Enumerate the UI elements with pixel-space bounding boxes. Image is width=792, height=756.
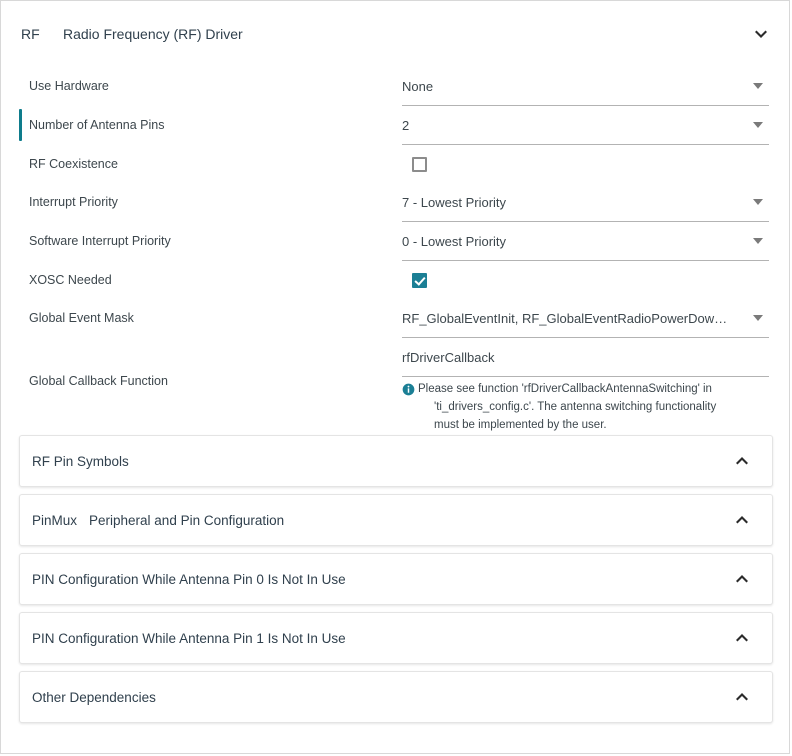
- field-label-cell: Number of Antenna Pins: [1, 106, 402, 144]
- field-control-cell: [402, 145, 769, 183]
- xosc-needed-checkbox[interactable]: [412, 273, 427, 288]
- module-title: Radio Frequency (RF) Driver: [63, 26, 753, 42]
- settings-form: Use Hardware None Number of Antenna Pins…: [1, 67, 790, 436]
- field-row-interrupt-priority: Interrupt Priority 7 - Lowest Priority: [1, 183, 790, 222]
- global-event-mask-select[interactable]: RF_GlobalEventInit, RF_GlobalEventRadioP…: [402, 299, 769, 338]
- select-value: 2: [402, 118, 769, 133]
- dropdown-caret-icon: [753, 199, 763, 205]
- section-card-other-dependencies[interactable]: Other Dependencies: [19, 671, 773, 723]
- text-input-value: rfDriverCallback: [402, 350, 769, 365]
- number-of-antenna-pins-select[interactable]: 2: [402, 106, 769, 145]
- note-line-1: Please see function 'rfDriverCallbackAnt…: [418, 383, 712, 395]
- note-line-3: must be implemented by the user.: [418, 417, 716, 435]
- field-label: Interrupt Priority: [29, 195, 118, 210]
- field-label: RF Coexistence: [29, 157, 118, 172]
- section-title: Peripheral and Pin Configuration: [89, 513, 734, 528]
- field-label-cell: Interrupt Priority: [1, 183, 402, 221]
- dropdown-caret-icon: [753, 238, 763, 244]
- field-control-cell: 7 - Lowest Priority: [402, 183, 769, 222]
- field-control-cell: 2: [402, 106, 769, 145]
- field-control-cell: rfDriverCallback Please see function 'rf…: [402, 338, 769, 436]
- field-label-cell: Global Event Mask: [1, 299, 402, 337]
- field-row-software-interrupt-priority: Software Interrupt Priority 0 - Lowest P…: [1, 222, 790, 261]
- field-label-cell: Software Interrupt Priority: [1, 222, 402, 260]
- select-value: 7 - Lowest Priority: [402, 195, 769, 210]
- field-label: Software Interrupt Priority: [29, 234, 171, 249]
- select-value: 0 - Lowest Priority: [402, 234, 769, 249]
- field-row-global-event-mask: Global Event Mask RF_GlobalEventInit, RF…: [1, 299, 790, 338]
- checkbox-wrapper: [402, 145, 769, 183]
- note-text-block: Please see function 'rfDriverCallbackAnt…: [418, 381, 716, 434]
- section-card-rf-pin-symbols[interactable]: RF Pin Symbols: [19, 435, 773, 487]
- chevron-up-icon[interactable]: [734, 512, 750, 528]
- field-control-cell: RF_GlobalEventInit, RF_GlobalEventRadioP…: [402, 299, 769, 338]
- field-label: Use Hardware: [29, 79, 109, 94]
- field-label-cell: XOSC Needed: [1, 261, 402, 299]
- field-row-xosc-needed: XOSC Needed: [1, 261, 790, 299]
- field-control-cell: None: [402, 67, 769, 106]
- field-label: XOSC Needed: [29, 273, 112, 288]
- rf-coexistence-checkbox[interactable]: [412, 157, 427, 172]
- section-card-pin-config-antenna-pin-0[interactable]: PIN Configuration While Antenna Pin 0 Is…: [19, 553, 773, 605]
- chevron-up-icon[interactable]: [734, 453, 750, 469]
- section-abbreviation: PinMux: [32, 513, 77, 528]
- global-callback-function-input[interactable]: rfDriverCallback: [402, 338, 769, 377]
- field-label-cell: RF Coexistence: [1, 145, 402, 183]
- section-title: PIN Configuration While Antenna Pin 0 Is…: [32, 572, 734, 587]
- field-label: Global Callback Function: [29, 374, 168, 389]
- field-label-cell: Use Hardware: [1, 67, 402, 105]
- field-label: Number of Antenna Pins: [29, 118, 165, 133]
- section-card-pinmux[interactable]: PinMux Peripheral and Pin Configuration: [19, 494, 773, 546]
- dropdown-caret-icon: [753, 315, 763, 321]
- field-label-cell: Global Callback Function: [1, 338, 402, 424]
- interrupt-priority-select[interactable]: 7 - Lowest Priority: [402, 183, 769, 222]
- select-value: None: [402, 79, 769, 94]
- field-row-rf-coexistence: RF Coexistence: [1, 145, 790, 183]
- rf-driver-config-panel: RF Radio Frequency (RF) Driver Use Hardw…: [0, 0, 790, 754]
- select-value: RF_GlobalEventInit, RF_GlobalEventRadioP…: [402, 311, 769, 326]
- callback-info-note: Please see function 'rfDriverCallbackAnt…: [402, 377, 769, 436]
- field-row-use-hardware: Use Hardware None: [1, 67, 790, 106]
- info-icon: [402, 383, 415, 396]
- collapsible-sections: RF Pin Symbols PinMux Peripheral and Pin…: [1, 435, 790, 730]
- field-row-number-of-antenna-pins: Number of Antenna Pins 2: [1, 106, 790, 145]
- section-title: PIN Configuration While Antenna Pin 1 Is…: [32, 631, 734, 646]
- chevron-up-icon[interactable]: [734, 571, 750, 587]
- module-abbreviation: RF: [21, 26, 63, 42]
- module-header[interactable]: RF Radio Frequency (RF) Driver: [1, 1, 790, 67]
- modified-indicator-bar: [19, 109, 22, 141]
- section-title: Other Dependencies: [32, 690, 734, 705]
- dropdown-caret-icon: [753, 83, 763, 89]
- field-control-cell: [402, 261, 769, 299]
- note-line-2: 'ti_drivers_config.c'. The antenna switc…: [418, 399, 716, 417]
- software-interrupt-priority-select[interactable]: 0 - Lowest Priority: [402, 222, 769, 261]
- field-label: Global Event Mask: [29, 311, 134, 326]
- section-title: RF Pin Symbols: [32, 454, 734, 469]
- chevron-down-icon[interactable]: [753, 26, 769, 42]
- field-control-cell: 0 - Lowest Priority: [402, 222, 769, 261]
- dropdown-caret-icon: [753, 122, 763, 128]
- section-card-pin-config-antenna-pin-1[interactable]: PIN Configuration While Antenna Pin 1 Is…: [19, 612, 773, 664]
- field-row-global-callback-function: Global Callback Function rfDriverCallbac…: [1, 338, 790, 436]
- chevron-up-icon[interactable]: [734, 630, 750, 646]
- chevron-up-icon[interactable]: [734, 689, 750, 705]
- checkbox-wrapper: [402, 261, 769, 299]
- use-hardware-select[interactable]: None: [402, 67, 769, 106]
